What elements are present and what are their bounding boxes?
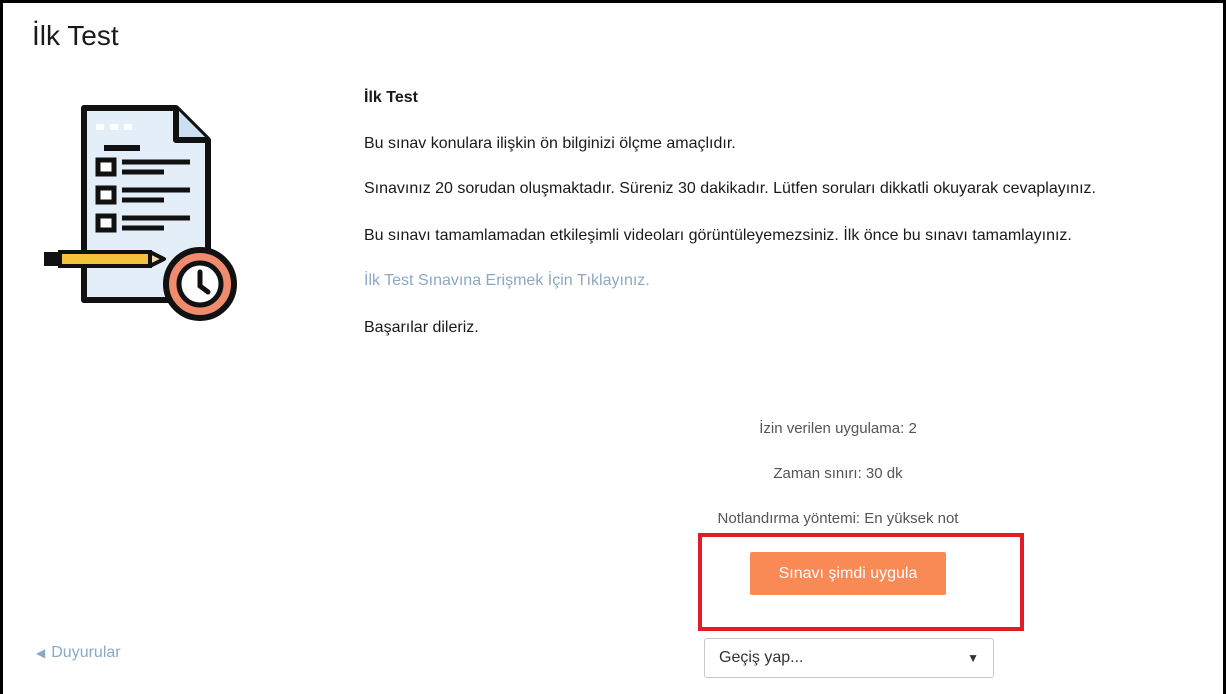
intro-paragraph-1: Bu sınav konulara ilişkin ön bilginizi ö… xyxy=(364,135,736,152)
quiz-access-link[interactable]: İlk Test Sınavına Erişmek İçin Tıklayını… xyxy=(364,271,650,291)
jump-to-value: Geçiş yap... xyxy=(719,649,804,666)
start-quiz-button[interactable]: Sınavı şimdi uygula xyxy=(750,552,946,595)
previous-activity-link[interactable]: ◀ Duyurular xyxy=(36,644,121,662)
triangle-left-icon: ◀ xyxy=(36,646,46,660)
grading-method: Notlandırma yöntemi: En yüksek not xyxy=(717,510,959,527)
time-limit: Zaman sınırı: 30 dk xyxy=(773,465,903,482)
intro-paragraph-2: Sınavınız 20 sorudan oluşmaktadır. Süren… xyxy=(364,180,1096,197)
previous-activity-label: Duyurular xyxy=(51,644,121,661)
caret-down-icon: ▼ xyxy=(967,651,979,665)
intro-title: İlk Test xyxy=(364,89,418,106)
intro-paragraph-3: Bu sınavı tamamlamadan etkileşimli video… xyxy=(364,227,1072,244)
intro-closing: Başarılar dileriz. xyxy=(364,319,479,336)
page-title: İlk Test xyxy=(32,20,119,51)
attempts-allowed: İzin verilen uygulama: 2 xyxy=(759,420,917,437)
quiz-document-icon xyxy=(44,105,237,321)
jump-to-select[interactable]: Geçiş yap... ▼ xyxy=(704,638,994,678)
